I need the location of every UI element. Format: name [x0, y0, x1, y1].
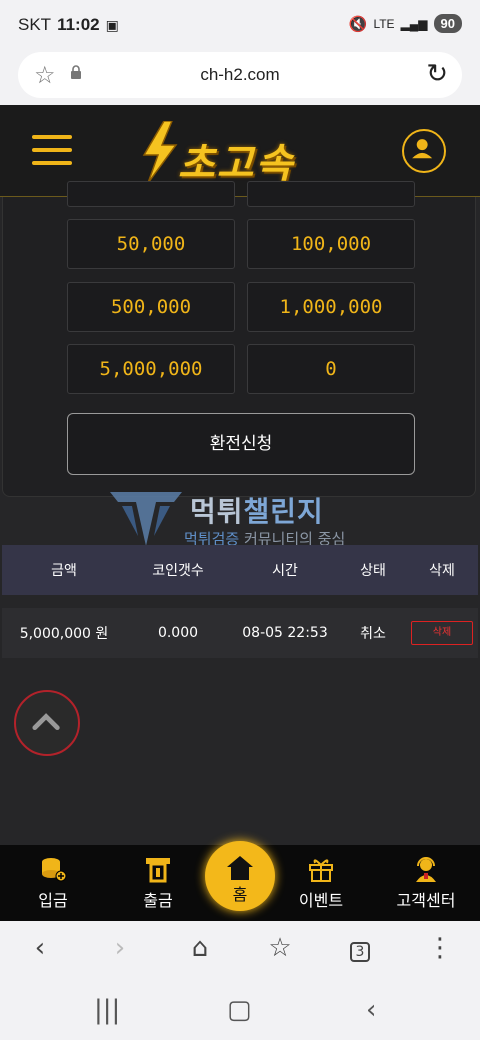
home-icon: [227, 856, 253, 880]
watermark: 먹튀챌린지 먹튀검증 커뮤니티의 중심: [108, 486, 378, 550]
nav-support[interactable]: 고객센터: [378, 855, 474, 911]
bookmarks-icon[interactable]: ☆: [260, 933, 300, 969]
amount-button-5000000[interactable]: 5,000,000: [67, 344, 235, 394]
nav-home-label: 홈: [232, 885, 248, 904]
amount-button-1000000[interactable]: 1,000,000: [247, 282, 415, 332]
browser-toolbar: ‹ › ⌂ ☆ 3 ⋮: [0, 921, 480, 981]
menu-icon[interactable]: [32, 135, 72, 169]
exchange-request-button[interactable]: 환전신청: [67, 413, 415, 475]
nav-deposit[interactable]: 입금: [5, 855, 101, 911]
exchange-panel: 50,000 100,000 500,000 1,000,000 5,000,0…: [2, 181, 476, 497]
amount-reset-button[interactable]: 0: [247, 344, 415, 394]
scroll-to-top-button[interactable]: [14, 690, 80, 756]
table-row: 5,000,000 원 0.000 08-05 22:53 취소 삭제: [2, 608, 478, 658]
coins-icon: [42, 858, 67, 882]
watermark-title-b: 챌린지: [243, 495, 324, 528]
amount-button-50000[interactable]: 50,000: [67, 219, 235, 269]
column-header-coins: 코인갯수: [152, 563, 204, 579]
delete-button[interactable]: 삭제: [411, 621, 473, 645]
back-icon[interactable]: ‹: [20, 933, 60, 969]
tabs-button[interactable]: 3: [340, 933, 380, 969]
user-profile-button[interactable]: [402, 129, 446, 173]
reload-icon[interactable]: ↻: [426, 59, 448, 89]
cell-amount: 5,000,000 원: [19, 626, 109, 642]
system-navigation: ||| ▢ ‹: [0, 981, 480, 1040]
cell-status: 취소: [360, 626, 386, 642]
amount-button-partial[interactable]: [247, 181, 415, 207]
home-browser-icon[interactable]: ⌂: [180, 933, 220, 969]
carrier: SKT: [18, 15, 52, 34]
withdraw-icon: [146, 858, 170, 883]
url-text[interactable]: ch-h2.com: [18, 65, 462, 85]
tab-count: 3: [349, 942, 371, 962]
nav-support-label: 고객센터: [396, 891, 456, 910]
watermark-title-a: 먹튀: [190, 495, 244, 528]
amount-button-partial[interactable]: [67, 181, 235, 207]
system-back-icon[interactable]: ‹: [366, 995, 376, 1025]
headset-icon: [416, 857, 436, 882]
column-header-status: 상태: [360, 563, 386, 579]
signal-icon: ▂▄▆: [400, 16, 428, 31]
nav-deposit-label: 입금: [38, 891, 68, 910]
screenshot-icon: ▣: [105, 16, 119, 33]
user-icon: [412, 139, 433, 159]
system-home-icon[interactable]: ▢: [227, 995, 252, 1025]
forward-icon[interactable]: ›: [100, 933, 140, 969]
lightning-icon: [142, 121, 178, 183]
cell-time: 08-05 22:53: [242, 625, 328, 641]
column-header-delete: 삭제: [429, 563, 455, 579]
network-label: LTE: [373, 16, 395, 31]
amount-button-100000[interactable]: 100,000: [247, 219, 415, 269]
gift-icon: [309, 859, 333, 882]
clock: 11:02: [57, 15, 100, 34]
nav-event-label: 이벤트: [298, 891, 344, 910]
nav-event[interactable]: 이벤트: [273, 855, 369, 911]
watermark-title: 먹튀챌린지: [190, 490, 324, 530]
bottom-navigation: 입금 출금 홈 이벤트 고객센터: [0, 841, 480, 921]
table-header: 금액 코인갯수 시간 상태 삭제: [2, 545, 478, 595]
nav-withdraw[interactable]: 출금: [110, 855, 206, 911]
status-bar: SKT 11:02 ▣ 🔇 LTE ▂▄▆ 90: [0, 0, 480, 50]
column-header-time: 시간: [272, 563, 298, 579]
site-logo[interactable]: 초고속: [140, 121, 350, 187]
chevron-up-icon: [32, 713, 60, 731]
nav-withdraw-label: 출금: [143, 891, 173, 910]
cell-coins: 0.000: [157, 625, 199, 641]
nav-home[interactable]: 홈: [205, 841, 275, 911]
battery-badge: 90: [433, 14, 462, 33]
amount-button-500000[interactable]: 500,000: [67, 282, 235, 332]
mute-icon: 🔇: [348, 15, 368, 33]
browser-url-area: ☆ ch-h2.com ↻: [0, 50, 480, 105]
recent-apps-icon[interactable]: |||: [94, 995, 120, 1025]
column-header-amount: 금액: [51, 563, 77, 579]
more-menu-icon[interactable]: ⋮: [420, 933, 460, 969]
address-bar[interactable]: ☆ ch-h2.com ↻: [18, 52, 462, 98]
watermark-shield-icon: [110, 492, 182, 546]
